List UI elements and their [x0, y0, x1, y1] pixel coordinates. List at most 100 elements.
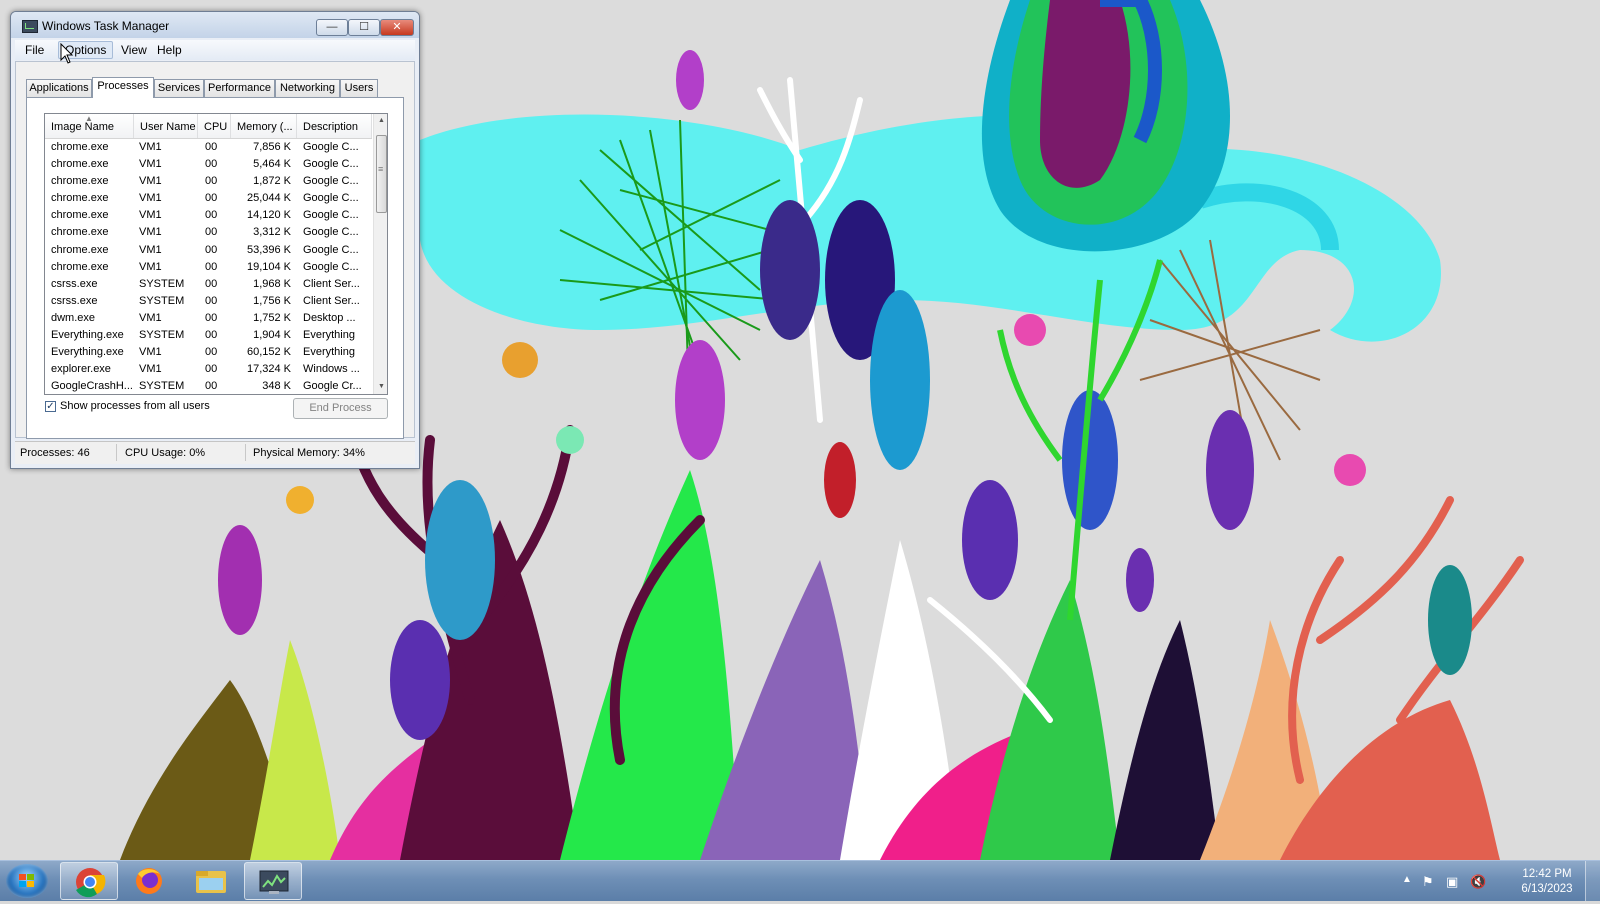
process-memory: 60,152 K: [246, 346, 291, 359]
table-row[interactable]: chrome.exe VM1 00 53,396 K Google C...: [45, 242, 372, 259]
table-row[interactable]: chrome.exe VM1 00 7,856 K Google C...: [45, 139, 372, 156]
status-memory: Physical Memory: 34%: [253, 447, 365, 459]
process-user-name: VM1: [139, 363, 162, 376]
table-row[interactable]: explorer.exe VM1 00 17,324 K Windows ...: [45, 361, 372, 378]
process-memory: 1,752 K: [253, 311, 291, 324]
process-description: Client Ser...: [303, 277, 360, 290]
process-user-name: SYSTEM: [139, 277, 185, 290]
process-user-name: SYSTEM: [139, 380, 185, 393]
clock[interactable]: 12:42 PM 6/13/2023: [1512, 867, 1582, 897]
table-row[interactable]: chrome.exe VM1 00 5,464 K Google C...: [45, 156, 372, 173]
process-cpu: 00: [205, 294, 218, 307]
action-center-icon[interactable]: ⚑: [1422, 874, 1434, 890]
column-memory[interactable]: Memory (...: [231, 114, 297, 138]
end-process-button[interactable]: End Process: [293, 398, 388, 419]
process-memory: 7,856 K: [253, 141, 291, 153]
tab-applications[interactable]: Applications: [26, 79, 92, 97]
process-list[interactable]: ▲ Image Name User Name CPU Memory (... D…: [44, 113, 388, 395]
process-rows: chrome.exe VM1 00 7,856 K Google C... chrome.…: [45, 139, 372, 394]
process-user-name: VM1: [139, 141, 162, 153]
taskbar-chrome[interactable]: [60, 862, 118, 900]
status-cpu: CPU Usage: 0%: [125, 447, 206, 459]
scroll-up-icon[interactable]: ▲: [374, 114, 387, 128]
process-user-name: VM1: [139, 243, 162, 256]
process-user-name: VM1: [139, 226, 162, 239]
process-image-name: csrss.exe: [51, 294, 98, 307]
menu-help[interactable]: Help: [153, 43, 186, 57]
process-memory: 1,872 K: [253, 175, 291, 188]
window-title: Windows Task Manager: [42, 19, 170, 33]
table-row[interactable]: chrome.exe VM1 00 25,044 K Google C...: [45, 190, 372, 207]
show-hidden-icons-icon[interactable]: ▲: [1402, 874, 1412, 885]
process-description: Everything: [303, 346, 355, 359]
process-description: Google C...: [303, 209, 359, 222]
process-image-name: chrome.exe: [51, 226, 109, 239]
process-cpu: 00: [205, 260, 218, 273]
process-description: Everything: [303, 329, 355, 342]
table-row[interactable]: dwm.exe VM1 00 1,752 K Desktop ...: [45, 310, 372, 327]
process-image-name: dwm.exe: [51, 311, 96, 324]
process-cpu: 00: [205, 141, 218, 153]
show-all-users-checkbox[interactable]: ✓: [45, 401, 56, 412]
column-image-name[interactable]: ▲ Image Name: [45, 114, 134, 138]
tab-services[interactable]: Services: [154, 79, 204, 97]
table-row[interactable]: chrome.exe VM1 00 14,120 K Google C...: [45, 207, 372, 224]
scroll-down-icon[interactable]: ▼: [374, 380, 387, 394]
scroll-thumb[interactable]: [376, 135, 387, 213]
column-description[interactable]: Description: [297, 114, 372, 138]
table-row[interactable]: csrss.exe SYSTEM 00 1,756 K Client Ser...: [45, 293, 372, 310]
process-image-name: Everything.exe: [51, 346, 124, 359]
task-manager-window[interactable]: Windows Task Manager — ☐ ✕ File Options …: [10, 11, 420, 469]
tab-processes[interactable]: Processes: [92, 77, 154, 98]
maximize-button[interactable]: ☐: [348, 19, 380, 36]
taskbar-task-manager[interactable]: [244, 862, 302, 900]
process-cpu: 00: [205, 226, 218, 239]
taskbar-firefox[interactable]: [120, 862, 178, 900]
volume-muted-icon[interactable]: 🔇: [1470, 874, 1486, 890]
menu-view[interactable]: View: [117, 43, 151, 57]
table-row[interactable]: chrome.exe VM1 00 19,104 K Google C...: [45, 259, 372, 276]
process-image-name: chrome.exe: [51, 192, 109, 205]
status-divider: [245, 444, 246, 461]
start-button[interactable]: [6, 864, 48, 898]
table-row[interactable]: chrome.exe VM1 00 1,872 K Google C...: [45, 173, 372, 190]
table-row[interactable]: Everything.exe VM1 00 60,152 K Everything: [45, 344, 372, 361]
title-bar[interactable]: Windows Task Manager — ☐ ✕: [11, 12, 419, 38]
process-user-name: SYSTEM: [139, 329, 185, 342]
process-memory: 1,904 K: [253, 329, 291, 342]
process-image-name: chrome.exe: [51, 141, 109, 153]
network-icon[interactable]: ▣: [1446, 874, 1458, 890]
process-cpu: 00: [205, 243, 218, 256]
process-memory: 17,324 K: [246, 363, 291, 376]
minimize-button[interactable]: —: [316, 19, 348, 36]
column-cpu[interactable]: CPU: [198, 114, 231, 138]
table-row[interactable]: GoogleCrashH... SYSTEM 00 348 K Google Cr...: [45, 378, 372, 394]
process-description: Google C...: [303, 158, 359, 171]
vertical-scrollbar[interactable]: ▲ ▼: [373, 114, 387, 394]
table-row[interactable]: csrss.exe SYSTEM 00 1,968 K Client Ser...: [45, 276, 372, 293]
process-cpu: 00: [205, 363, 218, 376]
taskbar-explorer[interactable]: [182, 862, 240, 900]
tab-users[interactable]: Users: [340, 79, 378, 97]
process-user-name: VM1: [139, 209, 162, 222]
menu-file[interactable]: File: [21, 43, 48, 57]
windows-logo-icon: [19, 874, 35, 888]
process-memory: 1,968 K: [253, 277, 291, 290]
processes-panel: ▲ Image Name User Name CPU Memory (... D…: [26, 97, 404, 439]
process-user-name: VM1: [139, 346, 162, 359]
status-divider: [116, 444, 117, 461]
tab-performance[interactable]: Performance: [204, 79, 275, 97]
show-all-users-label[interactable]: Show processes from all users: [60, 400, 210, 412]
list-header: ▲ Image Name User Name CPU Memory (... D…: [45, 114, 372, 139]
process-description: Google C...: [303, 192, 359, 205]
process-cpu: 00: [205, 209, 218, 222]
process-cpu: 00: [205, 346, 218, 359]
show-desktop-button[interactable]: [1585, 861, 1600, 901]
table-row[interactable]: chrome.exe VM1 00 3,312 K Google C...: [45, 224, 372, 241]
table-row[interactable]: Everything.exe SYSTEM 00 1,904 K Everything: [45, 327, 372, 344]
process-cpu: 00: [205, 158, 218, 171]
close-button[interactable]: ✕: [380, 19, 414, 36]
column-user-name[interactable]: User Name: [134, 114, 198, 138]
process-cpu: 00: [205, 380, 218, 393]
tab-networking[interactable]: Networking: [275, 79, 340, 97]
